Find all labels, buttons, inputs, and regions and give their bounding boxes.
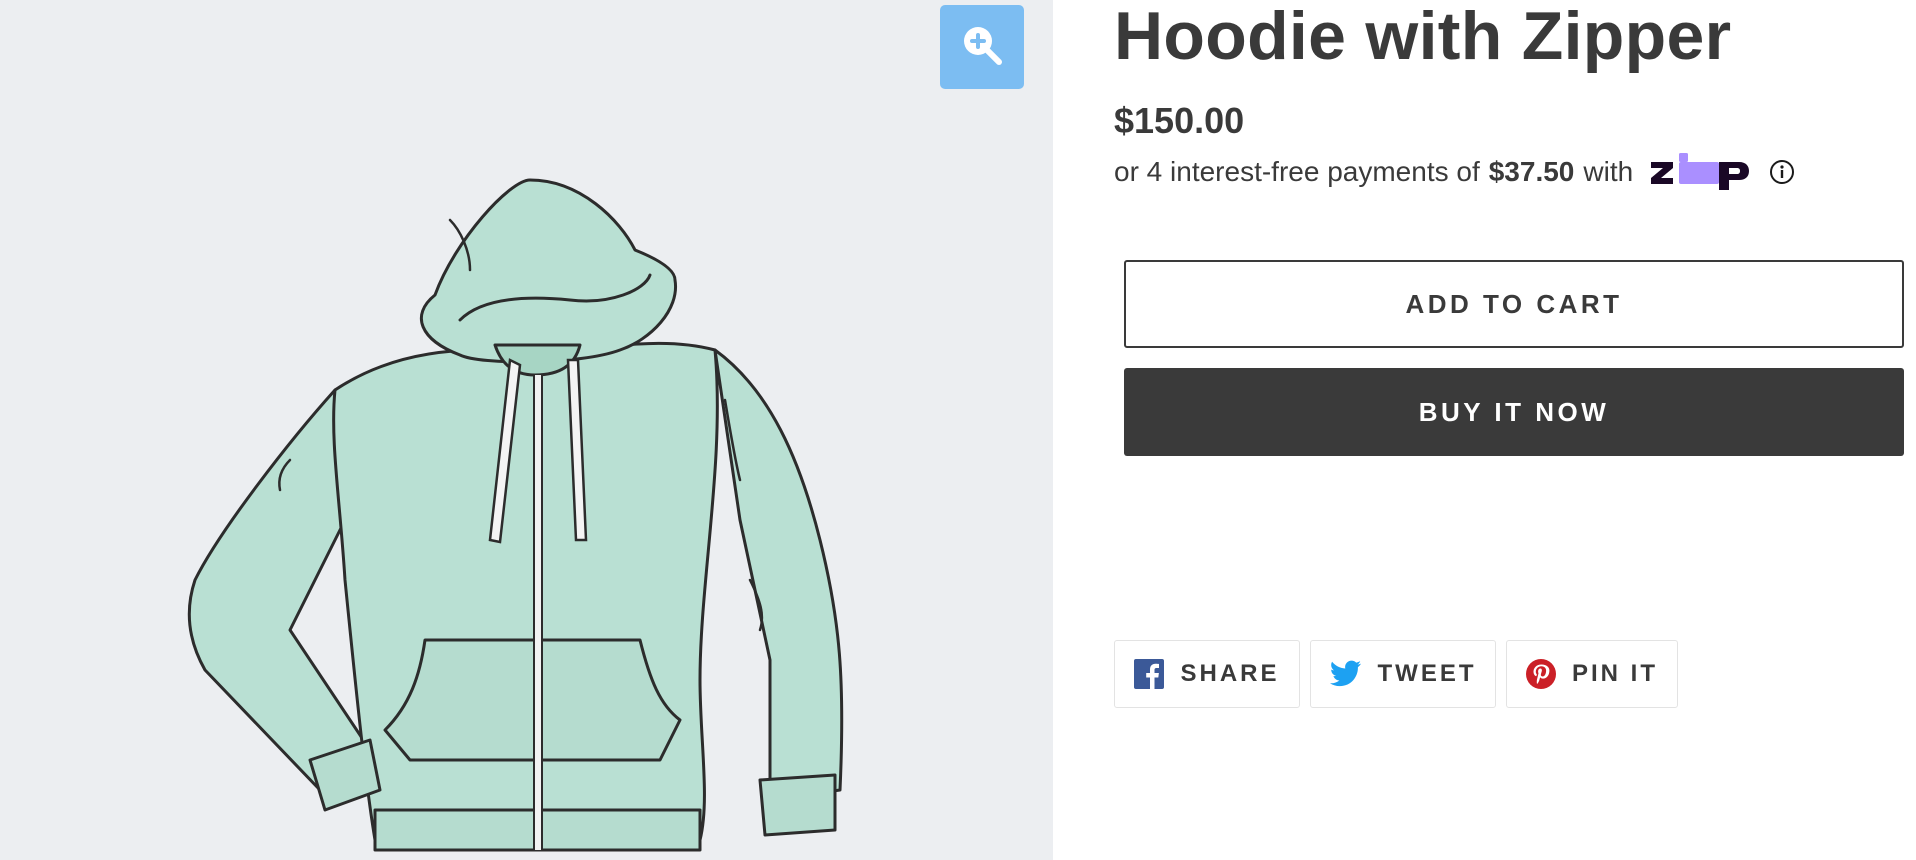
info-icon[interactable] [1769, 159, 1795, 185]
product-media [0, 0, 1053, 860]
buy-it-now-button[interactable]: BUY IT NOW [1124, 368, 1904, 456]
facebook-icon [1134, 659, 1165, 689]
installment-prefix: or 4 interest-free payments of [1114, 156, 1480, 187]
product-price: $150.00 [1114, 100, 1245, 141]
installment-suffix: with [1583, 156, 1634, 187]
zoom-in-icon [960, 23, 1004, 72]
pin-it-label: PIN IT [1571, 660, 1658, 687]
hoodie-image[interactable] [180, 160, 860, 860]
add-to-cart-button[interactable]: ADD TO CART [1124, 260, 1904, 348]
share-pinterest-button[interactable]: PIN IT [1506, 640, 1678, 708]
product-title: Hoodie with Zipper [1114, 0, 1732, 74]
pinterest-icon [1525, 659, 1556, 689]
tweet-label: TWEET [1377, 660, 1477, 687]
share-label: SHARE [1180, 660, 1280, 687]
zip-logo [1649, 152, 1751, 192]
installment-amount: $37.50 [1488, 156, 1575, 187]
twitter-icon [1329, 660, 1362, 688]
installment-message: or 4 interest-free payments of $37.50 wi… [1114, 152, 1795, 192]
share-facebook-button[interactable]: SHARE [1114, 640, 1300, 708]
zoom-button[interactable] [940, 5, 1024, 89]
share-twitter-button[interactable]: TWEET [1310, 640, 1496, 708]
